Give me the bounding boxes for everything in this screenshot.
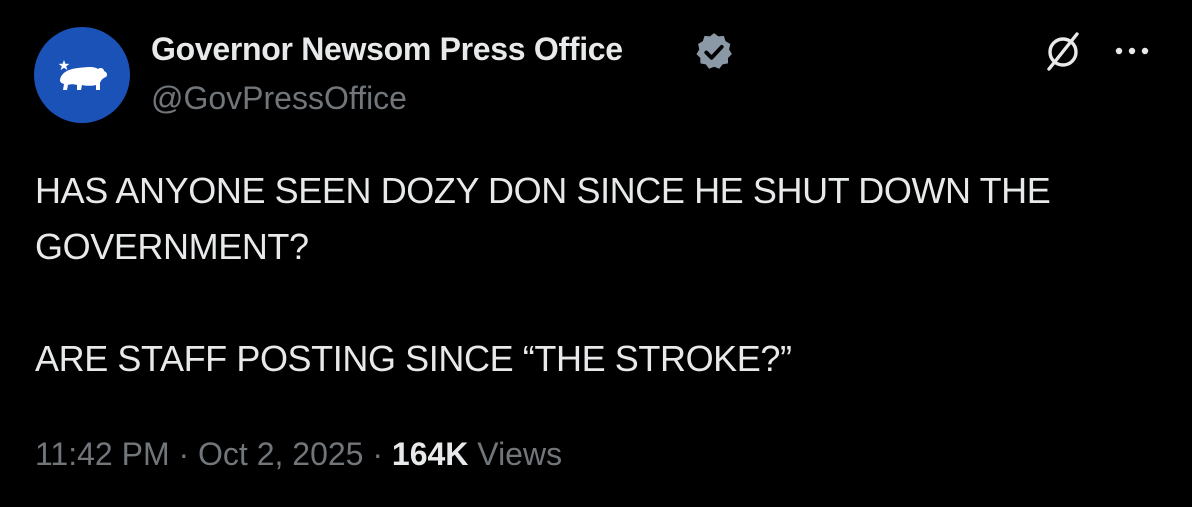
views-label: Views — [477, 436, 563, 472]
author-handle[interactable]: @GovPressOffice — [151, 80, 407, 117]
tweet-text-line: GOVERNMENT? — [35, 226, 309, 267]
tweet-text-line: HAS ANYONE SEEN DOZY DON SINCE HE SHUT D… — [35, 170, 1051, 211]
grok-icon[interactable] — [1040, 28, 1086, 74]
meta-separator: · — [178, 436, 190, 472]
tweet-text-line: ARE STAFF POSTING SINCE “THE STROKE?” — [35, 338, 792, 379]
avatar[interactable] — [34, 27, 130, 123]
california-bear-icon — [58, 60, 108, 90]
post-date[interactable]: Oct 2, 2025 — [198, 436, 363, 472]
tweet-card: Governor Newsom Press Office @GovPressOf… — [0, 0, 1192, 507]
author-display-name[interactable]: Governor Newsom Press Office — [151, 31, 623, 68]
verified-badge-icon — [696, 33, 732, 69]
views-count: 164K — [391, 436, 469, 472]
tweet-meta: 11:42 PM · Oct 2, 2025 · 164K Views — [35, 436, 562, 473]
tweet-text: HAS ANYONE SEEN DOZY DON SINCE HE SHUT D… — [35, 163, 1175, 387]
meta-separator: · — [372, 436, 384, 472]
post-time[interactable]: 11:42 PM — [35, 436, 170, 472]
more-icon[interactable] — [1110, 36, 1154, 66]
views-stat[interactable]: 164K Views — [392, 436, 562, 472]
paragraph-break — [35, 275, 1175, 331]
